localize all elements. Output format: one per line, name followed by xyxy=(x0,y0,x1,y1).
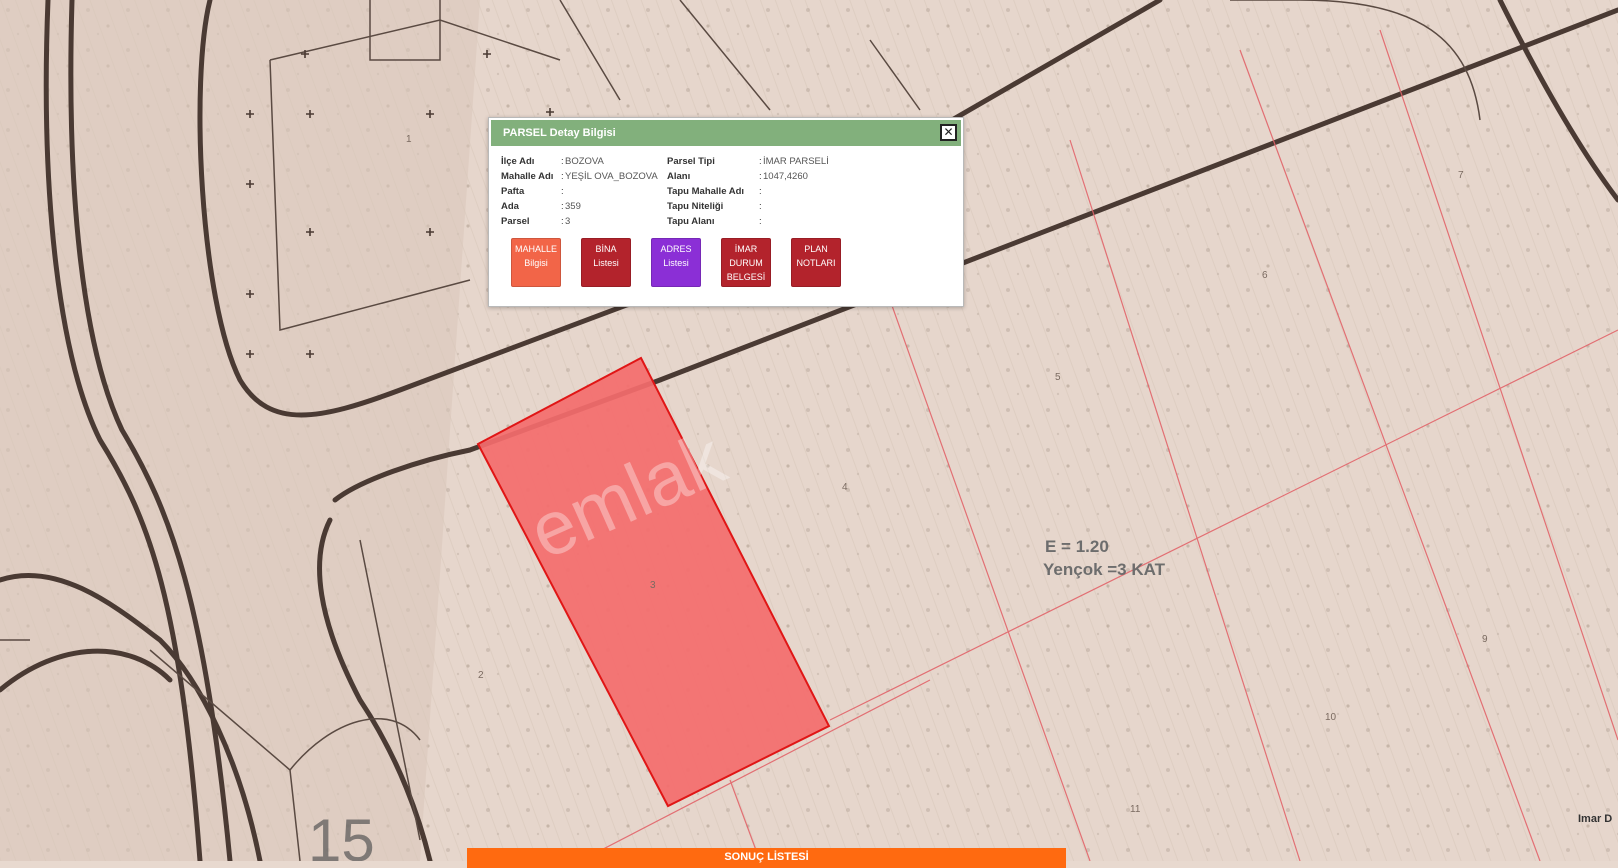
parcel-number: 2 xyxy=(478,670,484,681)
field-value: 1047,4260 xyxy=(763,171,808,182)
info-row-alani: Alanı:1047,4260 xyxy=(667,171,808,182)
field-label: Tapu Alanı xyxy=(667,216,715,227)
popup-title: PARSEL Detay Bilgisi xyxy=(503,127,616,139)
info-row-parsel: Parsel:3 xyxy=(501,216,571,227)
field-label: Alanı xyxy=(667,171,691,182)
zoning-label-line2: Yençok =3 KAT xyxy=(1043,560,1166,579)
parcel-number: 3 xyxy=(650,580,656,591)
field-label: İlçe Adı xyxy=(501,156,535,167)
close-icon: ✕ xyxy=(943,125,954,139)
field-value: YEŞİL OVA_BOZOVA xyxy=(565,171,658,182)
close-button[interactable]: ✕ xyxy=(940,124,957,141)
field-value: İMAR PARSELİ xyxy=(763,156,829,167)
sonuc-listesi-bar[interactable]: SONUÇ LİSTESİ xyxy=(467,848,1066,868)
field-value: 3 xyxy=(565,216,571,227)
field-label: Ada xyxy=(501,201,519,212)
field-label: Pafta xyxy=(501,186,525,197)
info-row-pafta: Pafta: xyxy=(501,186,564,197)
info-row-tapu-mahalle: Tapu Mahalle Adı: xyxy=(667,186,762,197)
info-row-parsel-tipi: Parsel Tipi:İMAR PARSELİ xyxy=(667,156,829,167)
imar-durum-belgesi-button[interactable]: İMAR DURUM BELGESİ xyxy=(721,238,771,287)
scale-label: 15 xyxy=(308,807,375,861)
field-value: 359 xyxy=(565,201,581,212)
parcel-number: 1 xyxy=(406,134,412,145)
adres-listesi-button[interactable]: ADRES Listesi xyxy=(651,238,701,287)
field-label: Parsel xyxy=(501,216,530,227)
parcel-detail-popup: PARSEL Detay Bilgisi ✕ İlçe Adı:BOZOVA M… xyxy=(488,117,964,307)
parcel-number: 6 xyxy=(1262,270,1268,281)
info-row-ilce: İlçe Adı:BOZOVA xyxy=(501,156,604,167)
corner-label: Imar D xyxy=(1578,813,1612,825)
field-label: Tapu Niteliği xyxy=(667,201,724,212)
parcel-number: 4 xyxy=(842,482,848,493)
info-row-tapu-alani: Tapu Alanı: xyxy=(667,216,762,227)
bina-listesi-button[interactable]: BİNA Listesi xyxy=(581,238,631,287)
popup-header: PARSEL Detay Bilgisi ✕ xyxy=(491,120,961,146)
info-row-ada: Ada:359 xyxy=(501,201,581,212)
parcel-number: 5 xyxy=(1055,372,1061,383)
mahalle-bilgisi-button[interactable]: MAHALLE Bilgisi xyxy=(511,238,561,287)
info-left-column: İlçe Adı:BOZOVA Mahalle Adı:YEŞİL OVA_BO… xyxy=(501,154,658,229)
info-row-mahalle: Mahalle Adı:YEŞİL OVA_BOZOVA xyxy=(501,171,658,182)
parcel-number: 11 xyxy=(1130,804,1141,815)
field-label: Mahalle Adı xyxy=(501,171,554,182)
parcel-number: 10 xyxy=(1325,712,1337,723)
field-label: Tapu Mahalle Adı xyxy=(667,186,745,197)
field-label: Parsel Tipi xyxy=(667,156,715,167)
zoning-label-line1: E = 1.20 xyxy=(1045,537,1109,556)
field-value: BOZOVA xyxy=(565,156,604,167)
info-row-tapu-niteligi: Tapu Niteliği: xyxy=(667,201,762,212)
info-right-column: Parsel Tipi:İMAR PARSELİ Alanı:1047,4260… xyxy=(667,154,829,229)
parcel-number: 9 xyxy=(1482,634,1488,645)
parcel-number: 7 xyxy=(1458,170,1464,181)
plan-notlari-button[interactable]: PLAN NOTLARI xyxy=(791,238,841,287)
